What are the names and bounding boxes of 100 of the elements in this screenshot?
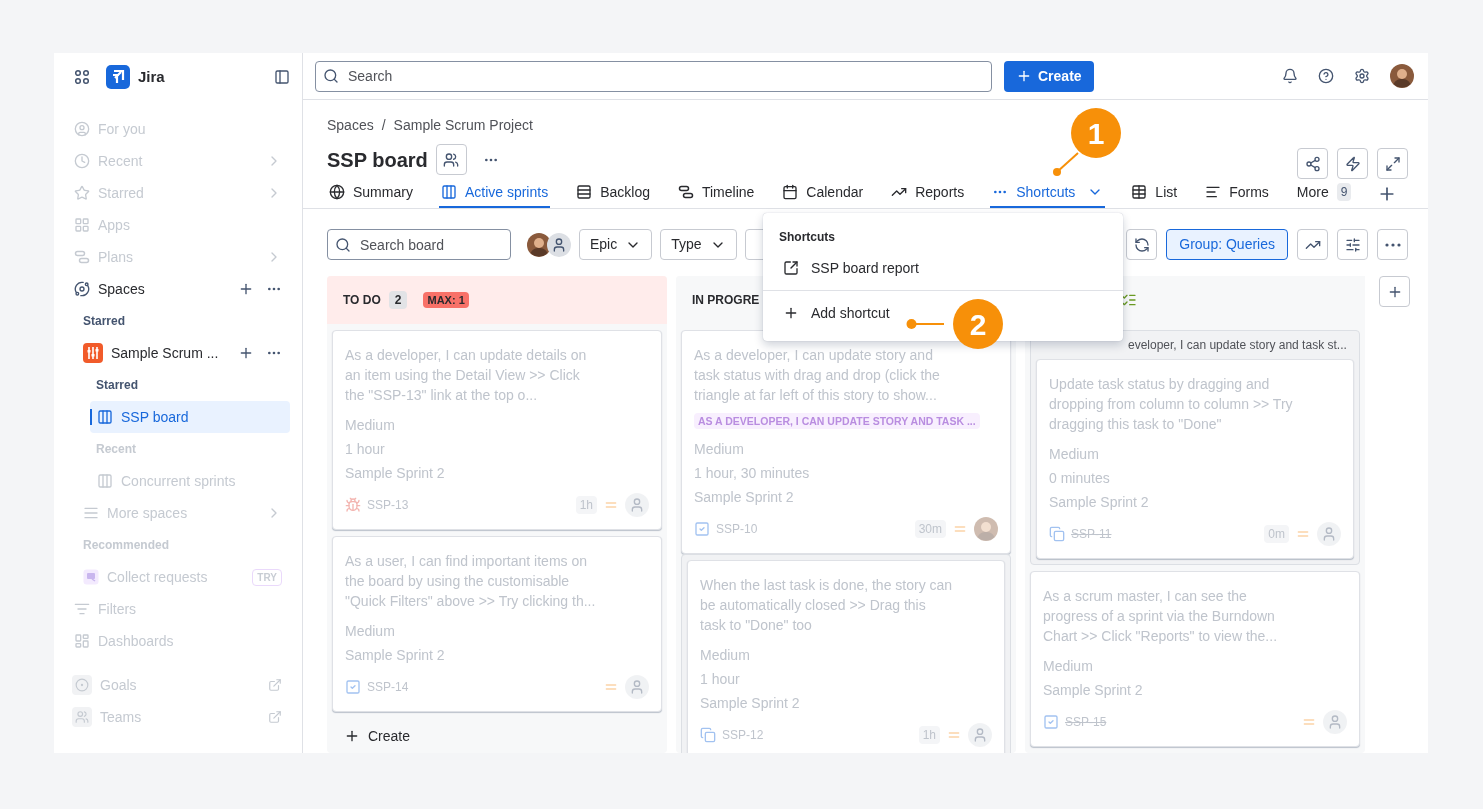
group-button[interactable]: Group: Queries — [1166, 229, 1288, 260]
search-icon — [323, 68, 339, 84]
card-priority: Medium — [345, 416, 396, 435]
view-settings-icon — [1344, 236, 1361, 253]
search-field[interactable]: Search — [315, 60, 992, 92]
limit-badge: MAX: 1 — [423, 291, 469, 309]
breadcrumb-link[interactable]: Sample Scrum Project — [393, 115, 533, 136]
issue-key: SSP-12 — [722, 726, 913, 744]
add-icon — [783, 305, 799, 321]
automation-button[interactable] — [1337, 148, 1368, 179]
issue-key: SSP-11 — [1071, 525, 1259, 543]
apps-icon — [74, 217, 90, 233]
sidebar-item[interactable]: SSP board — [90, 401, 290, 433]
add-icon[interactable] — [238, 345, 254, 361]
card-summary: As a developer, I can update details on an item using the Detail View >> Click the "SSP-13" link at the top o... — [345, 346, 588, 405]
app-name: Jira — [138, 66, 165, 87]
board-icon — [97, 473, 113, 489]
refresh-button[interactable] — [1126, 229, 1158, 260]
create-button[interactable]: Create — [332, 718, 423, 753]
card-estimate: 1 hour, 30 minutes — [694, 464, 811, 483]
search-board-field[interactable]: Search board — [327, 229, 511, 260]
app-switcher-icon[interactable] — [74, 69, 90, 85]
column-title: IN PROGRE — [692, 292, 760, 309]
section-heading: Recommended — [83, 537, 170, 554]
clock-icon — [74, 153, 90, 169]
breadcrumb-link[interactable]: Spaces — [327, 115, 374, 136]
tab[interactable]: Calendar — [780, 182, 866, 208]
star-icon — [74, 185, 90, 201]
issue-key: SSP-10 — [716, 520, 909, 538]
globe-icon — [329, 184, 345, 200]
tab[interactable]: Active sprints — [438, 182, 551, 208]
issue-key: SSP-13 — [367, 496, 570, 514]
issue-key: SSP-15 — [1065, 713, 1295, 731]
menu-item[interactable]: Add shortcut — [763, 296, 898, 330]
tab[interactable]: Summary — [327, 182, 415, 208]
card-summary: Update task status by dragging and dropping from column to column >> Try dragging this task to "Done" — [1049, 375, 1294, 434]
form-icon — [1205, 184, 1222, 200]
section-heading: Starred — [96, 377, 139, 394]
section-heading: Starred — [83, 313, 126, 330]
card-estimate: 1 hour — [700, 670, 741, 689]
card-sprint: Sample Sprint 2 — [1043, 681, 1144, 700]
external-link-icon — [783, 260, 799, 276]
checklist-icon — [1121, 292, 1137, 308]
dashboard-icon — [74, 633, 90, 649]
tab[interactable]: More 9 — [1294, 182, 1354, 208]
card-priority: Medium — [1043, 657, 1094, 676]
sidebar-item[interactable]: Sample Scrum ... — [66, 337, 290, 369]
help-icon — [1318, 68, 1334, 84]
share-button[interactable] — [1297, 148, 1328, 179]
tab[interactable]: Reports — [889, 182, 967, 208]
card-priority: Medium — [694, 440, 745, 459]
card-sprint: Sample Sprint 2 — [700, 694, 801, 713]
card-estimate: 0 minutes — [1049, 469, 1111, 488]
filter-dropdown[interactable]: Type — [660, 229, 737, 260]
create-button[interactable]: Create — [1004, 60, 1094, 92]
card-summary: When the last task is done, the story can be automatically closed >> Drag this task to "Done" too — [700, 576, 954, 635]
lines-icon — [83, 505, 99, 521]
breadcrumb-separator: / — [381, 116, 386, 135]
plus-icon — [1016, 68, 1032, 84]
column-title: TO DO — [343, 292, 381, 309]
fullscreen-icon — [1384, 155, 1401, 172]
tab[interactable]: Backlog — [574, 182, 652, 208]
menu-item[interactable]: SSP board report — [763, 251, 927, 285]
search-icon — [335, 236, 351, 253]
target-icon — [72, 675, 92, 695]
menu-title: Shortcuts — [778, 229, 836, 246]
fullscreen-button[interactable] — [1377, 148, 1408, 179]
tab[interactable]: Forms — [1203, 182, 1271, 208]
sidebar-item[interactable]: Spaces — [66, 273, 290, 305]
automation-icon — [1344, 155, 1361, 172]
view-settings-button[interactable] — [1337, 229, 1368, 260]
tab[interactable]: Timeline — [675, 182, 757, 208]
jira-logo[interactable] — [106, 65, 130, 89]
people-icon — [443, 151, 460, 168]
card-estimate: 1 hour — [345, 440, 386, 459]
tab[interactable]: List — [1129, 182, 1180, 208]
board-icon — [440, 184, 457, 200]
group-title: eveloper, I can update story and task st... — [1127, 337, 1348, 354]
add-column-button[interactable] — [1379, 276, 1410, 307]
plans-icon — [74, 249, 90, 265]
team-button[interactable] — [435, 144, 467, 175]
card-summary: As a developer, I can update story and task status with drag and drop (click the triangle at far left of this story to show... — [694, 346, 941, 405]
plus-icon — [344, 728, 360, 744]
backlog-icon — [576, 184, 593, 200]
card-sprint: Sample Sprint 2 — [345, 646, 446, 665]
project-icon — [83, 343, 103, 363]
calendar-icon — [782, 184, 799, 200]
insights-button[interactable] — [1297, 229, 1328, 260]
filter-dropdown[interactable]: Epic — [579, 229, 653, 260]
more-icon — [1384, 242, 1401, 247]
settings-icon — [1354, 68, 1370, 84]
section-heading: Recent — [96, 441, 136, 458]
leader-line — [906, 319, 946, 329]
add-icon[interactable] — [238, 281, 254, 297]
board-icon — [97, 409, 113, 425]
people-icon — [72, 707, 92, 727]
table-icon — [1131, 184, 1148, 200]
tab[interactable]: Shortcuts — [990, 182, 1106, 208]
refresh-icon — [1133, 236, 1150, 253]
leader-line — [1052, 149, 1080, 177]
